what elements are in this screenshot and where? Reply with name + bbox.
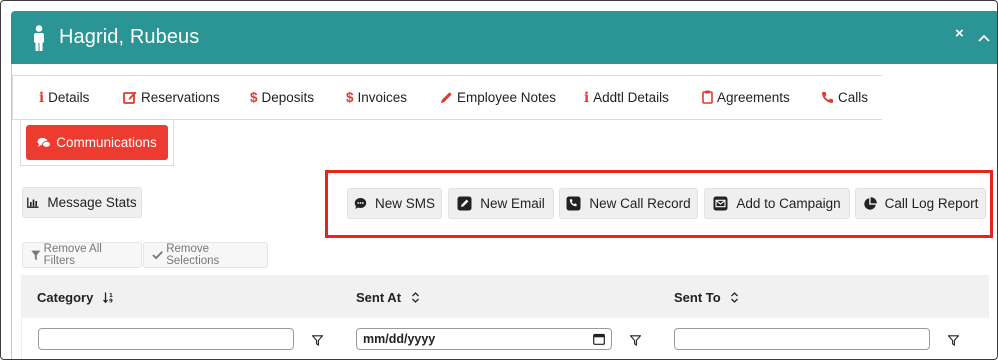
button-label: Remove All Filters [43, 243, 102, 267]
message-stats-button[interactable]: Message Stats [22, 187, 142, 218]
chevron-up-icon[interactable] [977, 33, 991, 43]
tab-label: Details [48, 90, 90, 105]
customer-panel: Hagrid, Rubeus × i Details Reservations $… [0, 0, 998, 360]
tab-addtl-details[interactable]: i Addtl Details [584, 90, 669, 106]
info-icon: i [39, 90, 45, 106]
calendar-icon[interactable] [593, 333, 605, 345]
remove-all-filters-button[interactable]: Remove All Filters [22, 242, 142, 268]
sort-numeric-icon: 1 9 [102, 292, 113, 305]
tab-details[interactable]: i Details [39, 90, 89, 106]
filter-icon[interactable] [312, 335, 323, 346]
tab-label: Employee Notes [457, 90, 557, 105]
panel-title: Hagrid, Rubeus [59, 26, 200, 48]
button-label: Message Stats [47, 195, 137, 210]
svg-text:9: 9 [109, 299, 113, 304]
remove-selections-button[interactable]: Remove Selections [143, 242, 268, 268]
tab-label: Reservations [141, 90, 220, 105]
tab-deposits[interactable]: $ Deposits [250, 90, 314, 105]
tab-reservations[interactable]: Reservations [123, 90, 220, 105]
bar-chart-icon [27, 197, 39, 208]
person-icon [34, 25, 44, 51]
category-filter-input[interactable] [38, 328, 294, 350]
filter-icon [31, 250, 41, 260]
close-icon[interactable]: × [955, 25, 964, 42]
edit-icon [123, 91, 137, 104]
dollar-icon: $ [346, 90, 354, 105]
sort-icon [731, 292, 739, 303]
check-icon [152, 251, 163, 260]
filter-icon[interactable] [948, 335, 959, 346]
tab-label: Addtl Details [593, 90, 669, 105]
column-label: Category [37, 290, 94, 305]
clipboard-icon [702, 90, 713, 104]
tab-bar: i Details Reservations $ Deposits $ Invoice… [12, 75, 882, 120]
tab-invoices[interactable]: $ Invoices [346, 90, 407, 105]
comments-icon [37, 137, 52, 148]
phone-icon [822, 92, 833, 103]
tab-label: Deposits [261, 90, 315, 105]
button-label: Remove Selections [166, 243, 220, 267]
tab-agreements[interactable]: Agreements [702, 90, 790, 105]
tab-calls[interactable]: Calls [821, 90, 868, 105]
info-icon: i [584, 90, 590, 106]
tab-label: Invoices [357, 90, 408, 105]
tab-communications[interactable]: Communications [26, 125, 168, 160]
table-header: Category 1 9 Sent At Sent To [21, 275, 989, 318]
panel-header: Hagrid, Rubeus × [11, 11, 997, 64]
column-header-category[interactable]: Category 1 9 [37, 290, 114, 305]
tab-employee-notes[interactable]: Employee Notes [440, 90, 556, 105]
column-header-sent-to[interactable]: Sent To [674, 290, 739, 305]
date-placeholder: mm/dd/yyyy [363, 332, 436, 346]
column-label: Sent To [674, 290, 721, 305]
sent-at-date-input[interactable]: mm/dd/yyyy [356, 328, 612, 350]
sort-icon [411, 292, 419, 303]
column-label: Sent At [356, 290, 402, 305]
tab-label: Communications [56, 135, 157, 150]
pencil-icon [441, 92, 452, 103]
sent-to-filter-input[interactable] [674, 328, 930, 350]
column-header-sent-at[interactable]: Sent At [356, 290, 420, 305]
tab-label: Agreements [717, 90, 790, 105]
tab-label: Calls [838, 90, 869, 105]
highlight-box [325, 170, 993, 238]
dollar-icon: $ [250, 90, 258, 105]
filter-icon[interactable] [630, 335, 641, 346]
